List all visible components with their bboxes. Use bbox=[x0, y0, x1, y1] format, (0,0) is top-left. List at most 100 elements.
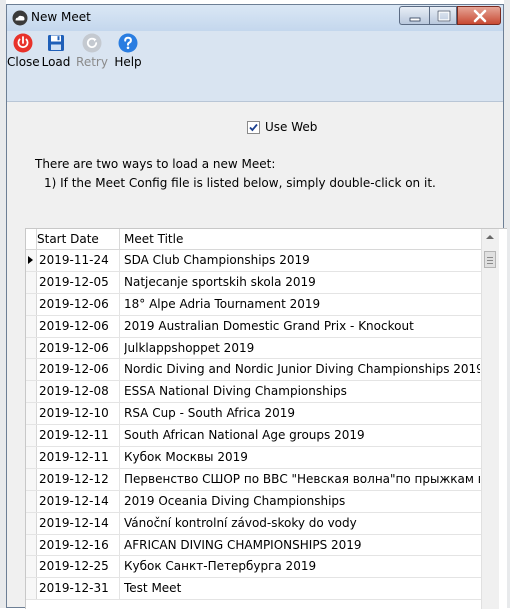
cell-divider bbox=[119, 468, 120, 490]
meet-title-cell: SDA Club Championships 2019 bbox=[124, 253, 310, 267]
table-row[interactable]: 2019-12-06 2019 Australian Domestic Grand… bbox=[26, 315, 481, 338]
start-date-cell: 2019-12-11 bbox=[39, 450, 109, 465]
minimize-button[interactable] bbox=[399, 6, 429, 25]
load-button-label: Load bbox=[41, 55, 71, 69]
table-row[interactable]: 2019-12-06 Nordic Diving and Nordic Junio… bbox=[26, 359, 481, 382]
table-row[interactable]: 2019-12-06 18° Alpe Adria Tournament 2019 bbox=[26, 293, 481, 316]
row-selector[interactable] bbox=[26, 337, 37, 359]
meets-table[interactable]: Start Date Meet Title 2019-11-24 SDA Club… bbox=[25, 228, 507, 609]
table-body: 2019-11-24 SDA Club Championships 2019 201… bbox=[26, 250, 481, 601]
row-selector[interactable] bbox=[26, 271, 37, 293]
row-selector[interactable] bbox=[26, 512, 37, 534]
meet-title-cell: 2019 Australian Domestic Grand Prix - Kn… bbox=[124, 318, 414, 333]
meet-title-cell: Кубок Санкт-Петербурга 2019 bbox=[124, 559, 317, 574]
start-date-cell: 2019-12-08 bbox=[39, 384, 109, 399]
close-button[interactable]: Close bbox=[7, 33, 40, 69]
help-button[interactable]: Help bbox=[111, 33, 145, 69]
help-button-label: Help bbox=[114, 55, 142, 69]
new-meet-window: New Meet Close Load Retry Help Use Web T… bbox=[6, 4, 507, 609]
table-row[interactable]: 2019-12-25 Кубок Санкт-Петербурга 2019 bbox=[26, 556, 481, 579]
vertical-scrollbar[interactable] bbox=[481, 229, 499, 609]
toolbar: Close Load Retry Help bbox=[7, 31, 503, 102]
start-date-cell: 2019-12-25 bbox=[39, 559, 109, 574]
cell-divider bbox=[119, 359, 120, 381]
table-row[interactable]: 2019-12-14 Vánoční kontrolní závod-skoky … bbox=[26, 512, 481, 535]
cell-divider bbox=[119, 447, 120, 468]
table-row[interactable]: 2019-12-11 Кубок Москвы 2019 bbox=[26, 447, 481, 469]
window-close-button[interactable] bbox=[457, 6, 501, 25]
meet-title-cell: 18° Alpe Adria Tournament 2019 bbox=[124, 296, 321, 311]
start-date-cell: 2019-12-05 bbox=[39, 274, 109, 289]
table-row[interactable]: 2019-12-31 Test Meet bbox=[26, 578, 481, 601]
checkmark-icon bbox=[249, 123, 258, 132]
row-selector-header bbox=[26, 229, 37, 249]
start-date-cell: 2019-12-12 bbox=[39, 471, 109, 486]
table-row[interactable]: 2019-12-05 Natjecanje sportskih skola 201… bbox=[26, 271, 481, 294]
cell-divider bbox=[119, 490, 120, 512]
start-date-cell: 2019-12-31 bbox=[39, 581, 109, 596]
instructions-line-1: There are two ways to load a new Meet: bbox=[35, 157, 276, 171]
cell-divider bbox=[119, 271, 120, 293]
start-date-cell: 2019-12-14 bbox=[39, 515, 109, 530]
table-row[interactable]: 2019-11-24 SDA Club Championships 2019 bbox=[26, 250, 481, 272]
use-web-checkbox[interactable] bbox=[247, 121, 260, 134]
table-row[interactable]: 2019-12-06 Julklappshoppet 2019 bbox=[26, 337, 481, 360]
row-selector[interactable] bbox=[26, 359, 37, 381]
row-selector[interactable] bbox=[26, 250, 37, 271]
table-row[interactable]: 2019-12-10 RSA Cup - South Africa 2019 bbox=[26, 403, 481, 426]
row-selector[interactable] bbox=[26, 293, 37, 315]
row-selector[interactable] bbox=[26, 578, 37, 600]
cell-divider bbox=[119, 337, 120, 359]
cloud-icon bbox=[12, 10, 28, 26]
table-row[interactable]: 2019-12-16 AFRICAN DIVING CHAMPIONSHIPS 2… bbox=[26, 534, 481, 557]
close-x-icon bbox=[473, 9, 487, 23]
cell-divider bbox=[119, 534, 120, 556]
scroll-up-arrow-icon[interactable] bbox=[486, 235, 494, 239]
row-selector[interactable] bbox=[26, 403, 37, 425]
meet-title-cell: South African National Age groups 2019 bbox=[124, 428, 365, 443]
retry-button-label: Retry bbox=[76, 55, 108, 69]
retry-button[interactable]: Retry bbox=[73, 33, 111, 69]
row-selector[interactable] bbox=[26, 534, 37, 556]
start-date-cell: 2019-12-06 bbox=[39, 362, 109, 377]
cell-divider bbox=[119, 250, 120, 271]
table-row[interactable]: 2019-12-08 ESSA National Diving Champions… bbox=[26, 381, 481, 404]
window-title: New Meet bbox=[31, 10, 91, 24]
cell-divider bbox=[119, 578, 120, 600]
table-row[interactable]: 2019-12-11 South African National Age gro… bbox=[26, 425, 481, 448]
row-selector[interactable] bbox=[26, 490, 37, 512]
row-selector[interactable] bbox=[26, 468, 37, 490]
start-date-cell: 2019-12-06 bbox=[39, 296, 109, 311]
power-icon bbox=[13, 33, 33, 53]
cell-divider bbox=[119, 403, 120, 425]
title-bar[interactable]: New Meet bbox=[7, 5, 503, 31]
table-row[interactable]: 2019-12-14 2019 Oceania Diving Championsh… bbox=[26, 490, 481, 513]
meet-title-cell: 2019 Oceania Diving Championships bbox=[124, 493, 346, 508]
close-button-label: Close bbox=[7, 55, 40, 69]
column-divider[interactable] bbox=[119, 229, 120, 249]
row-selector[interactable] bbox=[26, 447, 37, 468]
table-row[interactable]: 2019-12-12 Первенство СШОР по ВВС "Невска… bbox=[26, 468, 481, 491]
row-selector[interactable] bbox=[26, 425, 37, 447]
column-header-meet-title[interactable]: Meet Title bbox=[124, 232, 183, 246]
cell-divider bbox=[119, 556, 120, 578]
scrollbar-thumb[interactable] bbox=[484, 251, 496, 268]
meet-title-cell: Первенство СШОР по ВВС "Невская волна"по… bbox=[124, 471, 480, 486]
row-selector[interactable] bbox=[26, 381, 37, 403]
load-button[interactable]: Load bbox=[39, 33, 73, 69]
column-header-start-date[interactable]: Start Date bbox=[37, 232, 99, 246]
refresh-icon bbox=[82, 33, 102, 53]
instructions-line-2: 1) If the Meet Config file is listed bel… bbox=[44, 176, 436, 190]
meet-title-cell: Кубок Москвы 2019 bbox=[124, 450, 248, 465]
row-selector[interactable] bbox=[26, 556, 37, 578]
cell-divider bbox=[119, 315, 120, 337]
row-selector[interactable] bbox=[26, 315, 37, 337]
start-date-cell: 2019-11-24 bbox=[39, 253, 109, 267]
maximize-button[interactable] bbox=[429, 6, 457, 25]
meet-title-cell: Test Meet bbox=[124, 581, 182, 596]
meet-title-cell: Julklappshoppet 2019 bbox=[124, 340, 255, 355]
start-date-cell: 2019-12-06 bbox=[39, 340, 109, 355]
question-icon bbox=[118, 33, 138, 53]
meet-title-cell: Nordic Diving and Nordic Junior Diving C… bbox=[124, 362, 480, 377]
start-date-cell: 2019-12-14 bbox=[39, 493, 109, 508]
